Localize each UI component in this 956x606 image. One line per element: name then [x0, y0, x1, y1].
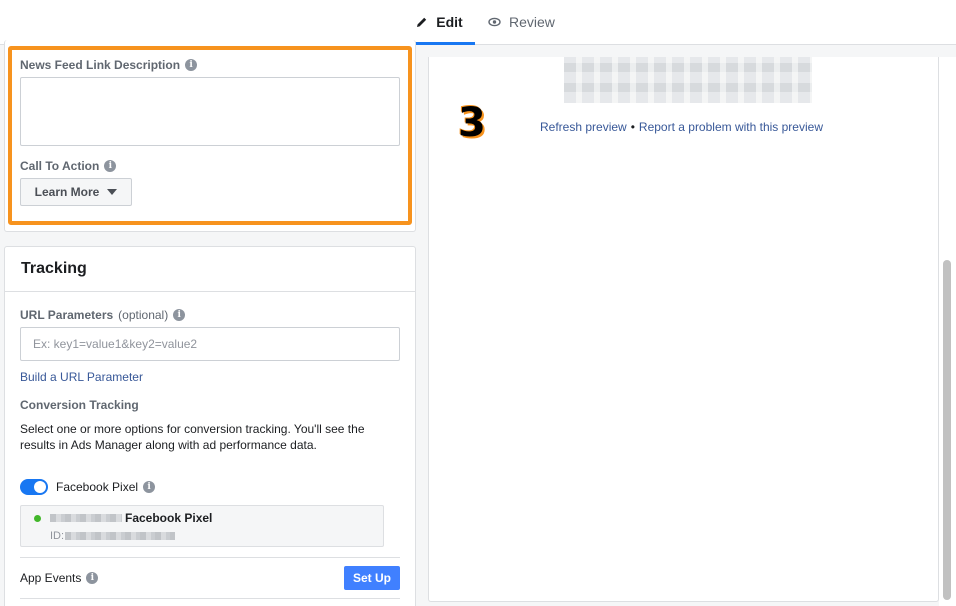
status-dot-icon	[34, 515, 41, 522]
divider	[20, 598, 400, 599]
call-to-action-label: Call To Action i	[20, 159, 117, 173]
info-icon[interactable]: i	[185, 59, 198, 71]
toggle-knob	[34, 481, 46, 493]
info-icon[interactable]: i	[143, 481, 156, 493]
facebook-pixel-label: Facebook Pixel i	[56, 480, 156, 494]
preview-links: Refresh preview • Report a problem with …	[540, 120, 823, 134]
annotation-step-number: 3	[458, 100, 486, 146]
pixel-card[interactable]: Facebook Pixel ID:	[20, 505, 384, 547]
redacted-pixel-owner	[50, 514, 122, 522]
info-icon[interactable]: i	[86, 572, 99, 584]
pixel-name: Facebook Pixel	[125, 511, 213, 525]
tracking-title: Tracking	[5, 247, 415, 292]
eye-icon	[488, 17, 501, 27]
refresh-preview-link[interactable]: Refresh preview	[540, 120, 627, 134]
caret-down-icon	[107, 189, 118, 195]
set-up-button[interactable]: Set Up	[344, 566, 400, 590]
report-problem-link[interactable]: Report a problem with this preview	[639, 120, 823, 134]
pixel-id-label: ID:	[50, 530, 65, 542]
facebook-pixel-toggle[interactable]	[20, 479, 48, 495]
conversion-tracking-label: Conversion Tracking	[20, 398, 139, 412]
divider	[20, 557, 400, 558]
news-feed-link-description-label: News Feed Link Description i	[20, 58, 198, 72]
tab-edit-label: Edit	[436, 14, 463, 30]
redacted-pixel-id	[65, 532, 175, 540]
top-tab-bar: Edit Review	[0, 0, 956, 45]
tab-edit[interactable]: Edit	[404, 0, 475, 45]
build-url-parameter-link[interactable]: Build a URL Parameter	[20, 370, 143, 384]
tab-review-label: Review	[509, 14, 555, 30]
info-icon[interactable]: i	[104, 160, 117, 172]
redacted-preview-content	[564, 57, 812, 103]
tab-review[interactable]: Review	[488, 0, 555, 44]
separator: •	[630, 120, 635, 134]
scrollbar-thumb[interactable]	[943, 260, 951, 600]
app-events-label: App Events i	[20, 571, 99, 585]
call-to-action-dropdown[interactable]: Learn More	[20, 178, 132, 206]
url-parameters-input[interactable]	[20, 327, 400, 361]
ad-preview-panel	[428, 57, 939, 602]
info-icon[interactable]: i	[173, 309, 186, 321]
conversion-tracking-description: Select one or more options for conversio…	[20, 422, 365, 452]
url-parameters-label: URL Parameters (optional) i	[20, 308, 186, 322]
news-feed-link-description-field[interactable]	[20, 77, 400, 146]
pencil-icon	[416, 16, 428, 28]
